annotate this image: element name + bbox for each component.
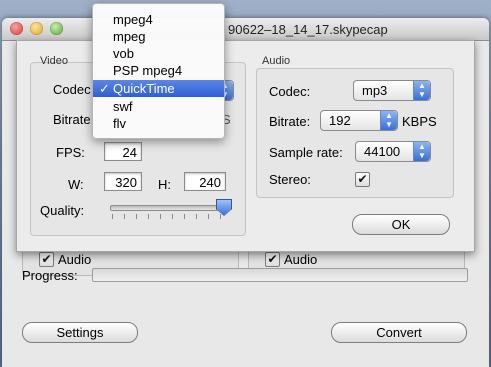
menu-item-vob[interactable]: vob (93, 45, 224, 62)
menu-item-flv[interactable]: flv (93, 115, 224, 132)
height-field[interactable]: 240 (184, 172, 226, 191)
fps-label: FPS: (56, 145, 85, 160)
sample-rate-label: Sample rate: (269, 145, 343, 160)
video-codec-label: Codec (53, 82, 91, 97)
audio-codec-popup[interactable]: mp3 ▲ ▼ (353, 80, 431, 101)
settings-button[interactable]: Settings (22, 322, 138, 343)
convert-button[interactable]: Convert (331, 322, 467, 343)
menu-item-mpeg4[interactable]: mpeg4 (93, 11, 224, 28)
menu-item-psp-mpeg4[interactable]: PSP mpeg4 (93, 62, 224, 79)
checkmark-icon: ✓ (99, 81, 110, 96)
audio-bitrate-label: Bitrate: (269, 114, 311, 129)
stereo-label: Stereo: (269, 172, 311, 187)
popup-arrows-icon: ▲▼ (413, 81, 430, 100)
video-group-title: Video (40, 55, 68, 67)
title-bar[interactable]: 90622–18_14_17.skypecap (2, 18, 489, 41)
codec-menu: mpeg4 mpeg vob PSP mpeg4 ✓ QuickTime swf… (92, 3, 225, 139)
video-audio-label: Audio (58, 252, 92, 267)
ok-button[interactable]: OK (352, 214, 450, 235)
audio-codec-label: Codec: (269, 84, 311, 99)
audio-bitrate-value: 192 (329, 113, 351, 128)
popup-arrows-icon: ▲▼ (413, 142, 430, 161)
width-field[interactable]: 320 (104, 172, 142, 191)
zoom-icon[interactable] (50, 22, 63, 35)
audio-bitrate-unit: KBPS (402, 114, 437, 129)
width-label: W: (68, 177, 84, 192)
close-icon[interactable] (10, 22, 23, 35)
audio-codec-value: mp3 (362, 83, 388, 98)
quality-label: Quality: (40, 203, 85, 218)
menu-item-quicktime[interactable]: ✓ QuickTime (93, 80, 224, 97)
menu-item-mpeg[interactable]: mpeg (93, 28, 224, 45)
minimize-icon[interactable] (30, 22, 43, 35)
video-bitrate-label: Bitrate (53, 112, 91, 127)
sample-rate-popup[interactable]: 44100 ▲ ▼ (355, 141, 431, 162)
quality-slider-track[interactable] (110, 205, 224, 211)
fps-field[interactable]: 24 (104, 142, 142, 161)
height-label: H: (158, 177, 171, 192)
stereo-checkbox[interactable]: ✔ (355, 172, 370, 187)
popup-arrows-icon: ▲▼ (380, 111, 397, 130)
audio-audio-checkbox[interactable]: ✔ (265, 252, 280, 267)
window-title: 90622–18_14_17.skypecap (228, 22, 388, 37)
quality-slider-ticks (112, 214, 222, 219)
progress-label: Progress: (22, 268, 78, 283)
menu-item-swf[interactable]: swf (93, 98, 224, 115)
audio-bitrate-popup[interactable]: 192 ▲ ▼ (320, 110, 398, 131)
sample-rate-value: 44100 (364, 144, 401, 159)
progress-bar (92, 268, 468, 282)
audio-group-title: Audio (262, 55, 291, 67)
video-audio-checkbox[interactable]: ✔ (39, 252, 54, 267)
audio-audio-label: Audio (284, 252, 318, 267)
